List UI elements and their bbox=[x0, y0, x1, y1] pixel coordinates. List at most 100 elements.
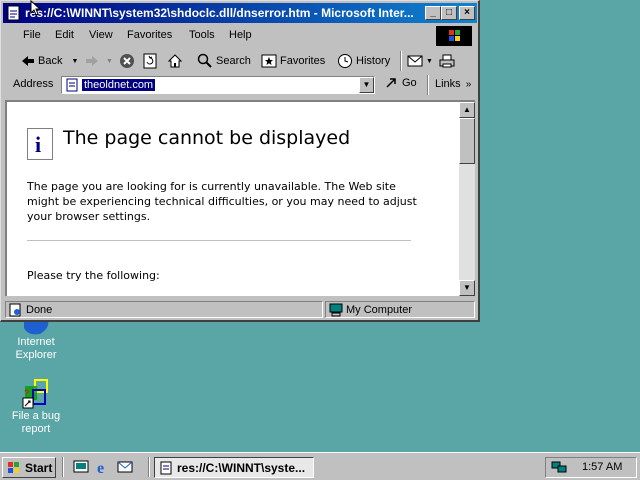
bug-report-icon: ? bbox=[22, 379, 48, 409]
taskbar-separator bbox=[62, 457, 64, 477]
ie-page-icon bbox=[160, 461, 172, 474]
page-done-icon bbox=[9, 303, 21, 317]
status-text: Done bbox=[26, 304, 53, 316]
close-button[interactable]: × bbox=[459, 6, 475, 20]
security-zone-text: My Computer bbox=[346, 304, 413, 316]
security-zone-pane: My Computer bbox=[325, 301, 475, 318]
standard-toolbar: Back ▼ ▼ Search Favorites History ▼ bbox=[3, 49, 477, 73]
outlook-express-icon[interactable] bbox=[116, 458, 134, 476]
back-arrow-icon bbox=[22, 56, 34, 66]
back-button[interactable]: Back ▼ bbox=[21, 52, 78, 70]
mouse-cursor-icon bbox=[30, 0, 42, 16]
start-label: Start bbox=[25, 460, 53, 475]
links-label: Links bbox=[435, 78, 461, 90]
chevron-down-icon[interactable]: ▼ bbox=[71, 58, 78, 65]
show-desktop-icon[interactable] bbox=[72, 458, 90, 476]
print-icon bbox=[439, 54, 455, 68]
info-icon: i bbox=[27, 128, 53, 160]
ie-page-icon bbox=[7, 5, 20, 21]
favorites-button[interactable]: Favorites bbox=[261, 52, 325, 70]
maximize-button[interactable]: □ bbox=[441, 6, 457, 20]
scroll-down-button[interactable]: ▼ bbox=[459, 280, 475, 296]
history-clock-icon bbox=[338, 54, 352, 68]
forward-arrow-icon bbox=[86, 56, 98, 66]
menu-bar: File Edit View Favorites Tools Help bbox=[3, 25, 477, 47]
search-label: Search bbox=[216, 55, 251, 67]
favorites-star-icon bbox=[261, 54, 277, 68]
forward-button[interactable]: ▼ bbox=[85, 52, 113, 70]
windows-logo-throbber bbox=[436, 26, 472, 46]
address-dropdown-button[interactable]: ▼ bbox=[359, 77, 374, 93]
system-tray: 1:57 AM bbox=[545, 457, 637, 478]
svg-text:e: e bbox=[97, 460, 104, 476]
favorites-label: Favorites bbox=[280, 55, 326, 67]
start-button[interactable]: Start bbox=[2, 457, 56, 478]
mail-button[interactable]: ▼ bbox=[407, 52, 433, 70]
chevron-down-icon: ▼ bbox=[362, 80, 371, 89]
scrollbar-thumb[interactable] bbox=[459, 118, 475, 164]
menu-file[interactable]: File bbox=[23, 29, 41, 41]
page-heading: The page cannot be displayed bbox=[63, 127, 351, 149]
desktop-icon-label: Internet Explorer bbox=[15, 336, 57, 361]
page-icon bbox=[66, 78, 78, 92]
menu-view[interactable]: View bbox=[89, 29, 113, 41]
search-button[interactable]: Search bbox=[197, 52, 251, 70]
print-button[interactable] bbox=[439, 52, 455, 70]
address-bar: Address theoldnet.com ▼ Go Links » bbox=[3, 74, 477, 96]
chevron-down-icon[interactable]: ▼ bbox=[426, 58, 433, 65]
page-content: i The page cannot be displayed The page … bbox=[5, 100, 475, 296]
try-following-text: Please try the following: bbox=[27, 269, 160, 282]
history-button[interactable]: History bbox=[337, 52, 390, 70]
mail-icon bbox=[407, 55, 423, 67]
history-label: History bbox=[356, 55, 391, 67]
address-value: theoldnet.com bbox=[82, 79, 156, 91]
error-description: The page you are looking for is currentl… bbox=[27, 180, 417, 223]
svg-text:?: ? bbox=[24, 388, 29, 398]
chevron-down-icon: ▼ bbox=[463, 283, 471, 292]
go-label: Go bbox=[402, 77, 417, 89]
desktop-icon-label: File a bug report bbox=[11, 410, 61, 435]
menu-tools[interactable]: Tools bbox=[189, 29, 215, 41]
taskbar-button-label: res://C:\WINNT\syste... bbox=[177, 460, 306, 475]
internet-explorer-icon[interactable]: e bbox=[94, 458, 112, 476]
chevron-up-icon: ▲ bbox=[463, 105, 471, 114]
toolbar-separator bbox=[400, 51, 402, 71]
links-button[interactable]: Links » bbox=[435, 78, 471, 90]
refresh-icon bbox=[143, 53, 157, 69]
search-icon bbox=[197, 53, 212, 68]
menu-edit[interactable]: Edit bbox=[55, 29, 74, 41]
stop-icon bbox=[120, 54, 134, 68]
menu-favorites[interactable]: Favorites bbox=[127, 29, 172, 41]
refresh-button[interactable] bbox=[143, 52, 157, 70]
minimize-button[interactable]: _ bbox=[425, 6, 441, 20]
address-label: Address bbox=[13, 78, 54, 90]
windows-logo-icon bbox=[449, 30, 460, 41]
horizontal-rule bbox=[27, 240, 411, 242]
status-bar: Done My Computer bbox=[3, 299, 477, 319]
scroll-up-button[interactable]: ▲ bbox=[459, 102, 475, 118]
menu-help[interactable]: Help bbox=[229, 29, 252, 41]
clock[interactable]: 1:57 AM bbox=[582, 461, 622, 473]
desktop-icon-file-bug[interactable]: ? File a bug report bbox=[0, 378, 72, 436]
error-page: i The page cannot be displayed The page … bbox=[7, 102, 459, 296]
network-icon[interactable] bbox=[550, 459, 568, 475]
status-text-pane: Done bbox=[5, 301, 323, 318]
taskbar-button-browser[interactable]: res://C:\WINNT\syste... bbox=[154, 457, 314, 478]
go-button[interactable]: Go bbox=[385, 77, 417, 89]
taskbar-separator bbox=[148, 457, 150, 477]
my-computer-icon bbox=[329, 303, 343, 317]
vertical-scrollbar[interactable]: ▲ ▼ bbox=[459, 102, 475, 296]
chevron-right-icon: » bbox=[465, 79, 472, 90]
window-title: res://C:\WINNT\system32\shdoclc.dll/dnse… bbox=[25, 6, 414, 20]
taskbar: Start e res://C:\WINNT\syste... 1:57 AM bbox=[0, 452, 640, 480]
home-icon bbox=[167, 54, 183, 68]
title-bar[interactable]: res://C:\WINNT\system32\shdoclc.dll/dnse… bbox=[3, 3, 477, 23]
go-arrow-icon bbox=[386, 78, 396, 88]
windows-flag-icon bbox=[8, 461, 19, 473]
back-label: Back bbox=[38, 55, 63, 67]
browser-window: res://C:\WINNT\system32\shdoclc.dll/dnse… bbox=[0, 0, 480, 322]
stop-button[interactable] bbox=[119, 52, 135, 70]
home-button[interactable] bbox=[167, 52, 183, 70]
address-input[interactable]: theoldnet.com ▼ bbox=[61, 76, 375, 94]
chevron-down-icon[interactable]: ▼ bbox=[106, 58, 113, 65]
